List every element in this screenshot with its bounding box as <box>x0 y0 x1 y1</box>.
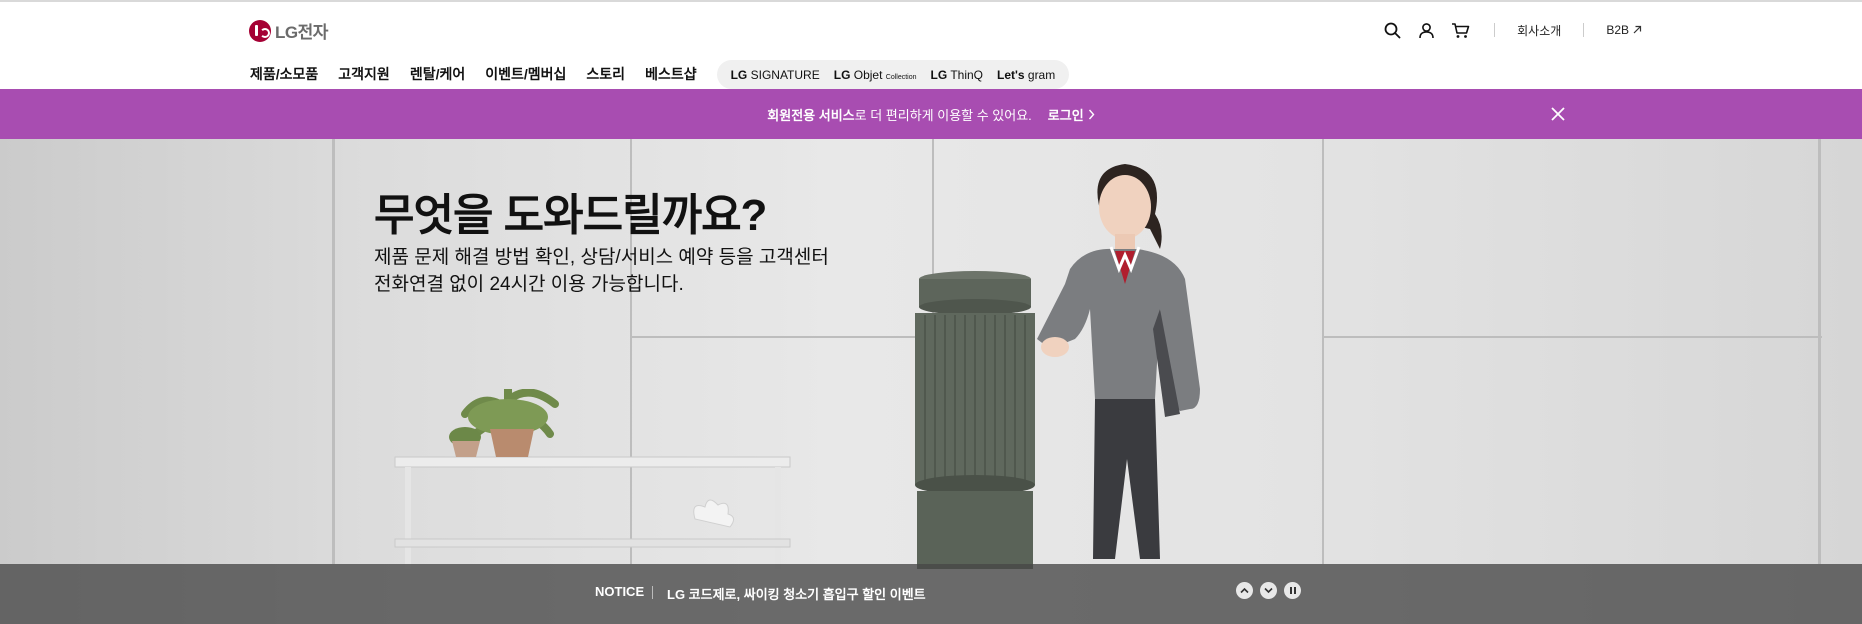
notice-label: NOTICE <box>595 584 645 599</box>
chevron-down-icon[interactable] <box>1260 582 1277 599</box>
chevron-right-icon <box>1088 109 1095 119</box>
cart-icon[interactable] <box>1448 18 1472 42</box>
nav-support[interactable]: 고객지원 <box>338 64 390 84</box>
search-icon[interactable] <box>1380 18 1404 42</box>
nav-rental[interactable]: 렌탈/케어 <box>410 64 465 84</box>
wall-panel-line <box>1322 139 1324 564</box>
utility-menu: 회사소개 B2B <box>1370 18 1642 42</box>
logo-text: LG전자 <box>275 23 328 42</box>
banner-login-label: 로그인 <box>1047 107 1084 123</box>
global-nav: 제품/소모품 고객지원 렌탈/케어 이벤트/멤버십 스토리 베스트샵 LG SI… <box>250 58 1070 89</box>
notice-link[interactable]: LG 코드제로, 싸이킹 청소기 흡입구 할인 이벤트 <box>667 584 926 603</box>
wall-panel-line <box>1818 139 1821 564</box>
banner-login-link[interactable]: 로그인 <box>1048 105 1095 124</box>
wall-panel-line <box>630 336 932 338</box>
notice-separator <box>652 586 653 599</box>
user-icon[interactable] <box>1414 18 1438 42</box>
wall-panel-line <box>1322 336 1822 338</box>
chevron-up-icon[interactable] <box>1236 582 1253 599</box>
staff-person-image <box>1037 164 1200 559</box>
pause-icon[interactable] <box>1284 582 1301 599</box>
b2b-label: B2B <box>1606 23 1629 37</box>
wall-panel-line <box>332 139 335 564</box>
brand-signature[interactable]: LG SIGNATURE <box>731 68 820 82</box>
hero-description: 제품 문제 해결 방법 확인, 상담/서비스 예약 등을 고객센터 전화연결 없이… <box>374 247 829 295</box>
brand-objet[interactable]: LG Objet Collection <box>834 68 917 82</box>
site-header: LG전자 회사소개 B2B 제품/소모품 고객지원 렌탈/케어 이벤트/멤버십 … <box>0 2 1862 89</box>
hero-title: 무엇을 도와드릴까요? <box>374 191 767 240</box>
util-divider <box>1494 23 1496 37</box>
member-banner: 회원전용 서비스로 더 편리하게 이용할 수 있어요. 로그인 <box>0 89 1862 139</box>
shelf-with-plants-image <box>394 389 791 569</box>
external-link-icon <box>1633 25 1642 34</box>
lg-logo[interactable]: LG전자 <box>249 18 328 43</box>
brand-gram[interactable]: Let's gram <box>997 68 1055 82</box>
brand-pill: LG SIGNATURE LG Objet Collection LG Thin… <box>716 60 1070 89</box>
nav-bestshop[interactable]: 베스트샵 <box>645 64 697 84</box>
banner-message: 회원전용 서비스로 더 편리하게 이용할 수 있어요. <box>767 107 1032 123</box>
util-divider <box>1583 23 1585 37</box>
notice-bar: NOTICE LG 코드제로, 싸이킹 청소기 흡입구 할인 이벤트 <box>0 564 1862 624</box>
lg-logo-mark <box>249 19 271 42</box>
b2b-link[interactable]: B2B <box>1606 23 1642 37</box>
company-intro-link[interactable]: 회사소개 <box>1517 22 1561 39</box>
nav-story[interactable]: 스토리 <box>586 64 625 84</box>
nav-products[interactable]: 제품/소모품 <box>250 64 318 84</box>
nav-events[interactable]: 이벤트/멤버십 <box>485 64 566 84</box>
brand-thinq[interactable]: LG ThinQ <box>931 68 983 82</box>
close-icon[interactable] <box>1548 104 1568 124</box>
hero-section: 무엇을 도와드릴까요? 제품 문제 해결 방법 확인, 상담/서비스 예약 등을… <box>0 139 1862 624</box>
